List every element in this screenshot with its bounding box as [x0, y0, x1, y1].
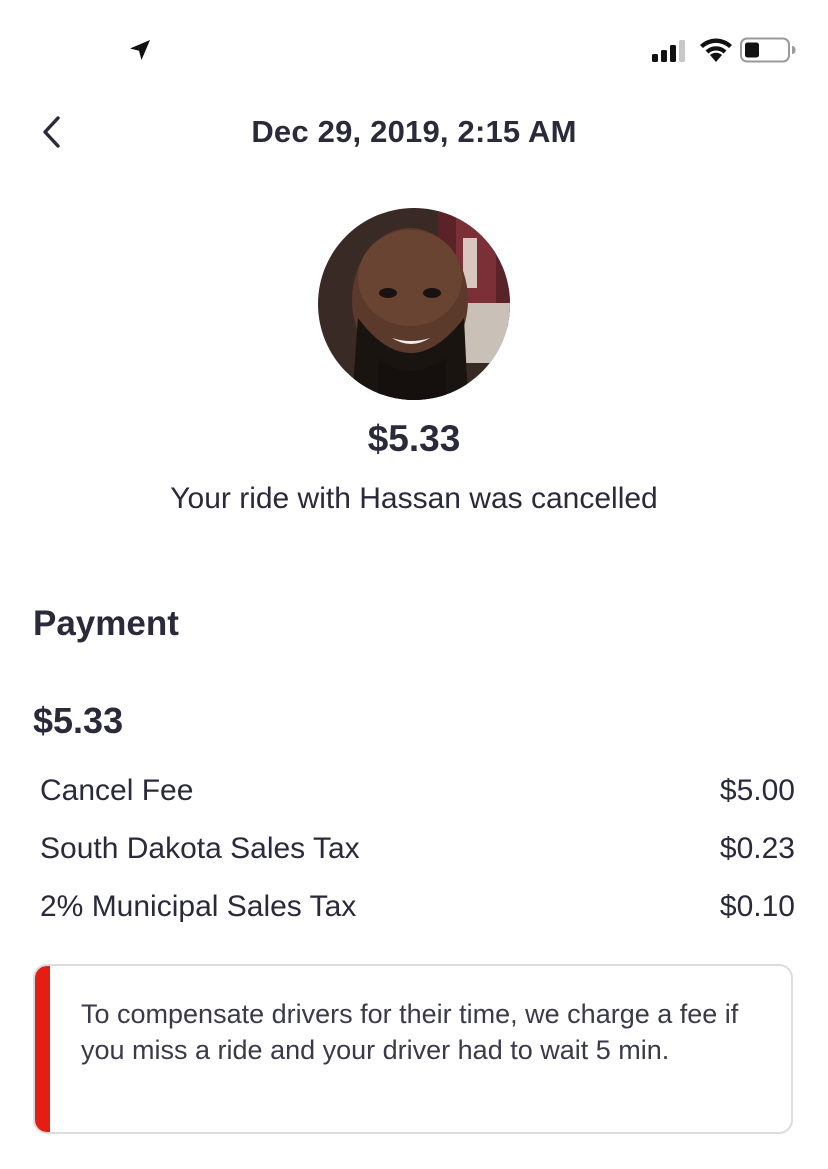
cellular-signal-icon — [652, 40, 685, 62]
header: Dec 29, 2019, 2:15 AM — [0, 100, 828, 166]
wifi-icon — [700, 38, 732, 62]
line-item-amount: $0.10 — [719, 890, 795, 923]
location-arrow-icon — [130, 40, 150, 60]
line-item-label: 2% Municipal Sales Tax — [40, 890, 357, 923]
driver-avatar — [318, 208, 510, 400]
cancel-fee-notice: To compensate drivers for their time, we… — [33, 964, 793, 1134]
line-item-amount: $5.00 — [719, 774, 795, 807]
ride-amount: $5.33 — [367, 418, 461, 459]
line-item-label: Cancel Fee — [40, 774, 194, 807]
page-title: Dec 29, 2019, 2:15 AM — [251, 114, 577, 149]
payment-line-items: Cancel Fee $5.00 South Dakota Sales Tax … — [40, 762, 795, 936]
ride-status-text: Your ride with Hassan was cancelled — [170, 482, 658, 515]
line-item-municipal-tax: 2% Municipal Sales Tax $0.10 — [40, 878, 795, 936]
notice-text: To compensate drivers for their time, we… — [81, 999, 739, 1065]
payment-section-title: Payment — [33, 604, 179, 643]
line-item-amount: $0.23 — [719, 832, 795, 865]
line-item-state-tax: South Dakota Sales Tax $0.23 — [40, 820, 795, 878]
status-bar — [0, 0, 828, 96]
payment-total: $5.33 — [33, 700, 124, 741]
line-item-label: South Dakota Sales Tax — [40, 832, 360, 865]
notice-accent-bar — [35, 966, 50, 1132]
battery-icon — [740, 37, 796, 63]
line-item-cancel-fee: Cancel Fee $5.00 — [40, 762, 795, 820]
